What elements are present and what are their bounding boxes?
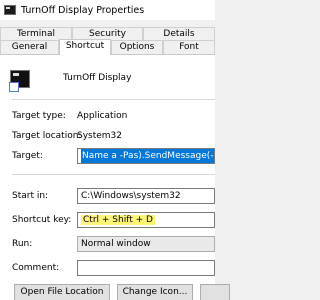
start-in-value: C:\Windows\system32 (81, 191, 181, 201)
shortcut-key-value: Ctrl + Shift + D (81, 215, 155, 225)
change-icon-button[interactable]: Change Icon... (117, 284, 193, 300)
advanced-button[interactable] (200, 284, 230, 300)
target-field[interactable]: Name a -Pas).SendMessage(-1,0x0 (77, 148, 215, 164)
tab-row-front: General Shortcut Options Font (0, 39, 215, 55)
tab-details[interactable]: Details (143, 27, 215, 41)
tab-options[interactable]: Options (111, 40, 163, 54)
run-dropdown[interactable]: Normal window (77, 236, 215, 252)
tab-shortcut[interactable]: Shortcut (59, 39, 111, 55)
divider (12, 174, 215, 175)
divider (12, 99, 215, 100)
target-location-value: System32 (77, 131, 123, 141)
start-in-label: Start in: (12, 191, 49, 201)
shortcut-name: TurnOff Display (63, 73, 132, 83)
target-label: Target: (12, 151, 43, 161)
start-in-field[interactable]: C:\Windows\system32 (77, 188, 215, 204)
run-label: Run: (12, 239, 33, 249)
open-file-location-button[interactable]: Open File Location (14, 284, 110, 300)
comment-field[interactable] (77, 260, 215, 276)
target-type-label: Target type: (12, 111, 66, 121)
console-app-icon (4, 5, 16, 15)
shortcut-key-label: Shortcut key: (12, 215, 72, 225)
title-bar: TurnOff Display Properties (0, 0, 215, 20)
target-type-value: Application (77, 111, 128, 121)
tab-general[interactable]: General (0, 40, 59, 54)
run-value: Normal window (81, 239, 151, 249)
target-location-label: Target location: (12, 131, 82, 141)
target-value: Name a -Pas).SendMessage(-1,0x0 (81, 149, 214, 163)
tab-font[interactable]: Font (163, 40, 215, 54)
shortcut-app-icon (9, 70, 30, 92)
comment-label: Comment: (12, 263, 60, 273)
shortcut-key-field[interactable]: Ctrl + Shift + D (77, 212, 215, 228)
window-title: TurnOff Display Properties (21, 4, 145, 16)
